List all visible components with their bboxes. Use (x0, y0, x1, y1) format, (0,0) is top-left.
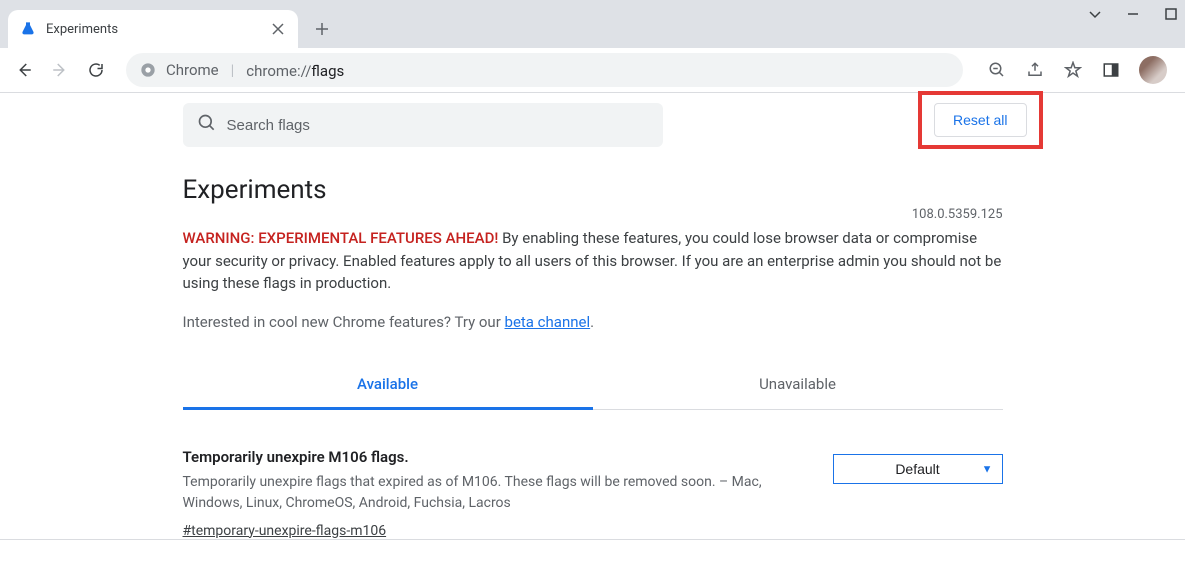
chrome-icon (140, 62, 156, 78)
warning-prefix: WARNING: EXPERIMENTAL FEATURES AHEAD! (183, 229, 499, 247)
beta-line: Interested in cool new Chrome features? … (183, 313, 1003, 331)
warning-text: WARNING: EXPERIMENTAL FEATURES AHEAD! By… (183, 227, 1003, 295)
flag-description: Temporarily unexpire flags that expired … (183, 472, 813, 514)
titlebar: Experiments (0, 0, 1185, 48)
window-controls (1087, 6, 1179, 22)
address-bar[interactable]: Chrome | chrome://flags (126, 53, 963, 87)
bookmark-icon[interactable] (1063, 60, 1083, 80)
tab-unavailable[interactable]: Unavailable (593, 361, 1003, 409)
site-identity: Chrome (166, 61, 219, 79)
share-icon[interactable] (1025, 60, 1045, 80)
browser-tab[interactable]: Experiments (8, 10, 298, 48)
page-title: Experiments (183, 175, 1003, 205)
flag-anchor-link[interactable]: #temporary-unexpire-flags-m106 (183, 523, 387, 539)
url-text: chrome://flags (246, 61, 344, 80)
browser-toolbar: Chrome | chrome://flags (0, 48, 1185, 92)
flask-icon (20, 21, 36, 37)
reset-highlight-box: Reset all (918, 91, 1042, 149)
search-flags-box[interactable] (183, 103, 663, 147)
beta-channel-link[interactable]: beta channel (505, 313, 591, 331)
search-icon (197, 113, 217, 137)
new-tab-button[interactable] (308, 15, 336, 43)
zoom-icon[interactable] (987, 60, 1007, 80)
profile-avatar[interactable] (1139, 56, 1167, 84)
forward-button[interactable] (46, 56, 74, 84)
sidepanel-icon[interactable] (1101, 60, 1121, 80)
divider: | (231, 61, 235, 79)
flag-title: Temporarily unexpire M106 flags. (183, 448, 813, 466)
maximize-icon[interactable] (1163, 6, 1179, 22)
toolbar-actions (987, 56, 1167, 84)
flag-entry: Temporarily unexpire M106 flags. Tempora… (183, 448, 1003, 539)
search-input[interactable] (227, 117, 649, 134)
flag-state-select[interactable]: Default (833, 454, 1003, 484)
back-button[interactable] (10, 56, 38, 84)
tab-strip: Available Unavailable (183, 361, 1003, 410)
close-tab-icon[interactable] (270, 21, 286, 37)
chevron-down-icon[interactable] (1087, 6, 1103, 22)
tab-available[interactable]: Available (183, 361, 593, 410)
reload-button[interactable] (82, 56, 110, 84)
version-label: 108.0.5359.125 (912, 207, 1003, 222)
tab-title: Experiments (46, 22, 270, 37)
reset-all-button[interactable]: Reset all (934, 103, 1026, 137)
minimize-icon[interactable] (1125, 6, 1141, 22)
content-area: Reset all Experiments 108.0.5359.125 WAR… (0, 92, 1185, 540)
